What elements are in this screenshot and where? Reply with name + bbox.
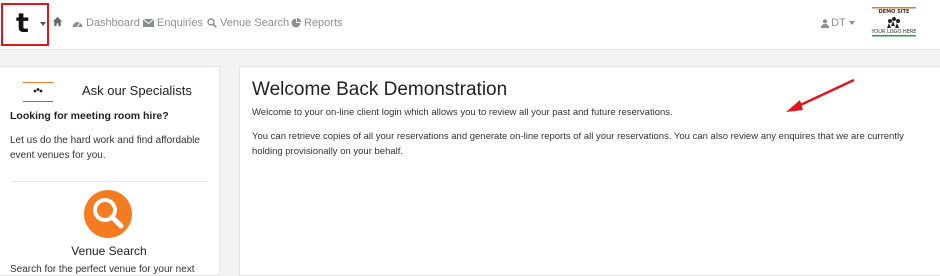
venue-search-button[interactable] [84, 190, 132, 238]
user-menu[interactable]: DT [821, 14, 855, 32]
pie-chart-icon [291, 18, 301, 28]
nav-reports[interactable]: Reports [291, 14, 343, 32]
venue-search-title[interactable]: Venue Search [0, 244, 218, 258]
nav-dashboard-label: Dashboard [86, 17, 140, 29]
brand-menu-button[interactable]: t [1, 3, 49, 46]
sidebar-subheading: Looking for meeting room hire? [10, 110, 169, 122]
sidebar-logo [22, 81, 54, 103]
top-navbar: t Dashboard Enquiries Venue Search Repor… [0, 0, 940, 50]
home-icon[interactable] [52, 16, 63, 27]
company-logo: DEMO SITE YOUR LOGO HERE [870, 6, 918, 38]
magnifier-icon [93, 198, 124, 229]
user-icon [821, 18, 829, 28]
venue-search-description: Search for the perfect venue for your ne… [10, 264, 195, 275]
nav-reports-label: Reports [304, 17, 343, 29]
sidebar-divider [10, 181, 207, 182]
sidebar-heading: Ask our Specialists [82, 83, 192, 98]
nav-venue-search-label: Venue Search [220, 17, 290, 29]
nav-enquiries[interactable]: Enquiries [143, 14, 203, 32]
search-icon [207, 18, 217, 28]
specialists-sidebar: Ask our Specialists Looking for meeting … [0, 66, 220, 276]
annotation-arrow-icon [786, 78, 855, 112]
logo-your-logo-text: YOUR LOGO HERE [871, 29, 917, 35]
logo-demo-site-text: DEMO SITE [878, 9, 910, 15]
chevron-down-icon [40, 22, 46, 26]
user-menu-label: DT [831, 17, 846, 29]
dashboard-icon [72, 21, 83, 27]
reservations-paragraph: You can retrieve copies of all your rese… [252, 131, 904, 157]
welcome-paragraph: Welcome to your on-line client login whi… [252, 107, 673, 118]
brand-logo: t [16, 8, 29, 39]
sidebar-paragraph: Let us do the hard work and find afforda… [10, 135, 200, 161]
envelope-icon [143, 19, 154, 27]
nav-enquiries-label: Enquiries [157, 17, 203, 29]
nav-venue-search[interactable]: Venue Search [207, 14, 289, 32]
page-title: Welcome Back Demonstration [252, 79, 508, 100]
nav-dashboard[interactable]: Dashboard [72, 14, 140, 32]
chevron-down-icon [848, 21, 855, 25]
